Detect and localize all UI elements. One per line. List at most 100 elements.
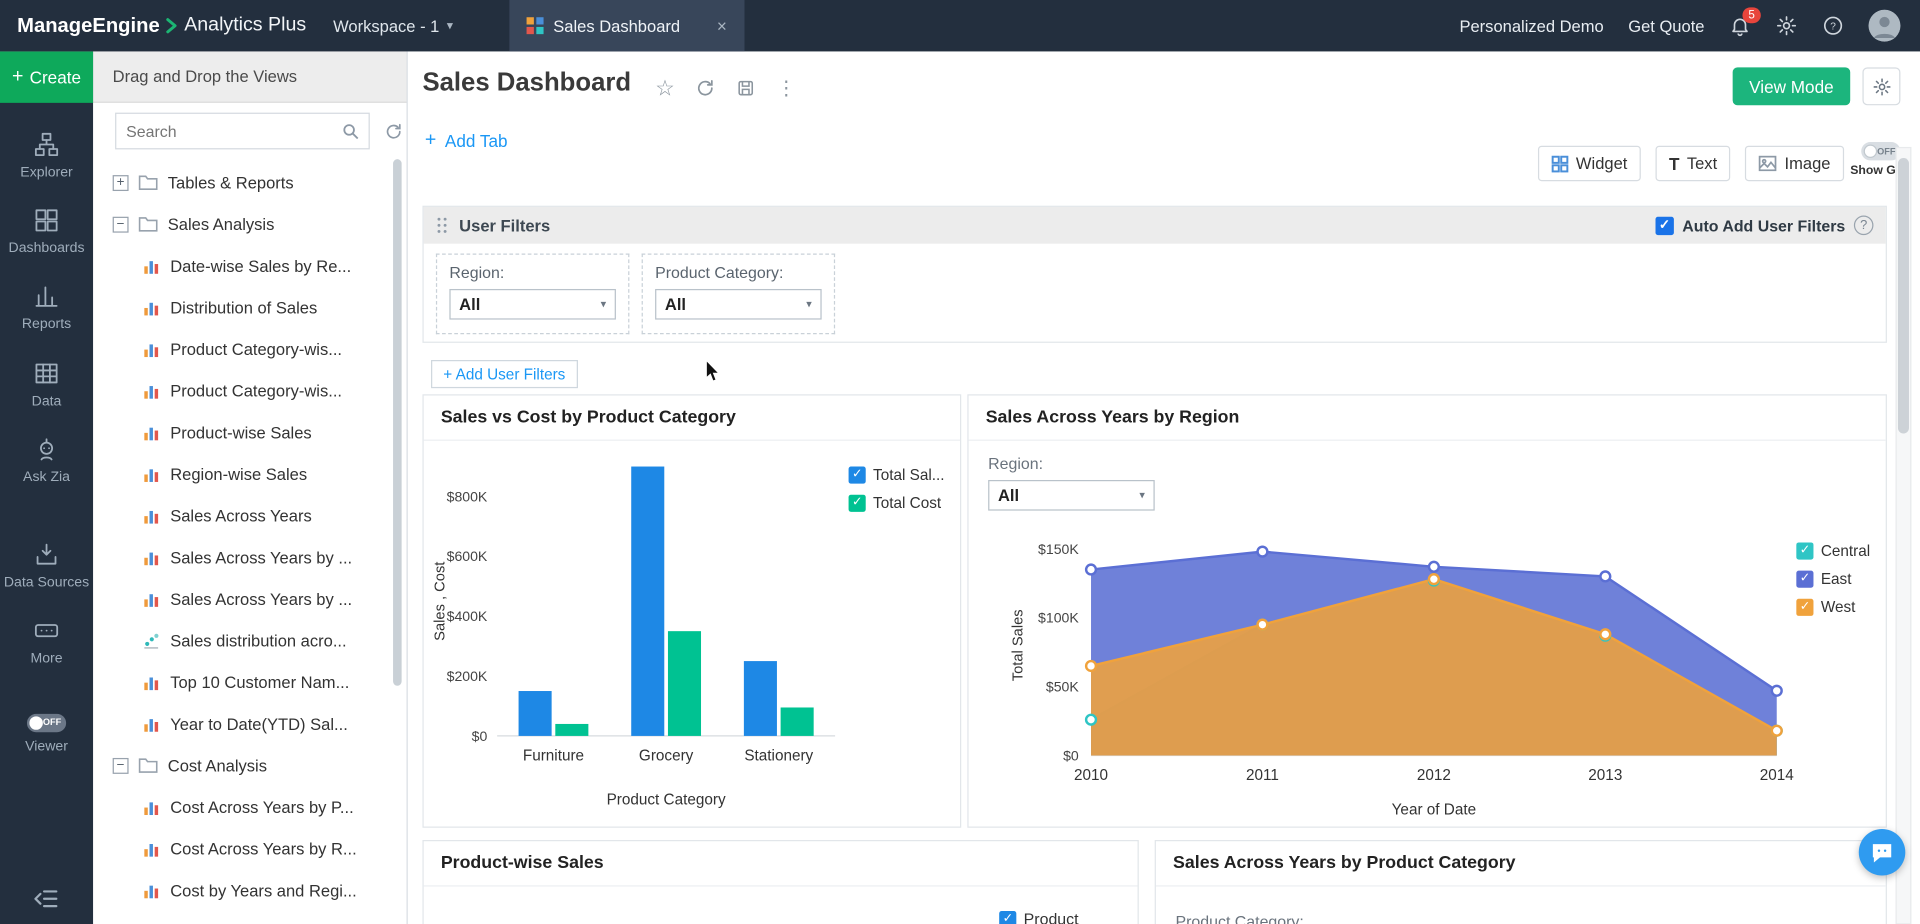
refresh-icon[interactable] [696, 78, 716, 98]
tree-item-sales-across-years[interactable]: Sales Across Years [93, 495, 406, 537]
user-filters-body: Region:All▾Product Category:All▾ [424, 244, 1886, 344]
dashboard-settings-button[interactable] [1862, 67, 1900, 105]
tree-item-top-10-customer-nam[interactable]: Top 10 Customer Nam... [93, 661, 406, 703]
filter-select-region[interactable]: All▾ [449, 289, 616, 320]
chevron-down-icon: ▾ [806, 298, 812, 311]
sidebar-item-reports[interactable]: Reports [0, 270, 93, 346]
tree-folder-label: Tables & Reports [168, 173, 294, 191]
tree-item-product-category-wis[interactable]: Product Category-wis... [93, 328, 406, 370]
tree-item-label: Region-wise Sales [170, 465, 307, 483]
add-tab-button[interactable]: + Add Tab [425, 130, 508, 152]
sidebar-item-viewer[interactable]: OFF Viewer [0, 700, 93, 768]
rail-items: ExplorerDashboards Reports Data Ask Zia Data… [0, 118, 93, 681]
region-filter: Region: All ▾ [988, 454, 1155, 510]
tree-folder-tables-reports[interactable]: + Tables & Reports [93, 162, 406, 204]
refresh-views-icon[interactable] [384, 122, 402, 140]
create-label: Create [30, 67, 81, 87]
legend-checkbox[interactable]: ✓ [1796, 599, 1813, 616]
chart-title: Sales Across Years by Region [969, 396, 1886, 441]
sidebar-item-label: Data [32, 394, 62, 410]
text-button[interactable]: T Text [1656, 146, 1731, 182]
help-button[interactable]: ? [1822, 15, 1844, 37]
tree-item-label: Sales Across Years [170, 506, 312, 524]
legend-item-east[interactable]: ✓East [1796, 571, 1870, 588]
widget-button[interactable]: Widget [1538, 146, 1641, 182]
tree-item-region-wise-sales[interactable]: Region-wise Sales [93, 453, 406, 495]
show-grid-state: OFF [1877, 146, 1895, 157]
tree-item-label: Date-wise Sales by Re... [170, 257, 351, 275]
notifications-button[interactable]: 5 [1729, 15, 1751, 37]
auto-add-checkbox[interactable]: ✓ [1655, 216, 1673, 234]
tree-item-date-wise-sales-by-re[interactable]: Date-wise Sales by Re... [93, 245, 406, 287]
bar-chart-icon [142, 839, 160, 857]
settings-button[interactable] [1776, 15, 1798, 37]
add-user-filters-button[interactable]: + Add User Filters [431, 360, 578, 388]
tree-item-cost-by-years-and-regi[interactable]: Cost by Years and Regi... [93, 869, 406, 911]
legend-item-total-sal[interactable]: ✓Total Sal... [849, 467, 945, 484]
legend-checkbox[interactable]: ✓ [1796, 571, 1813, 588]
collapse-icon[interactable]: − [113, 757, 129, 773]
main-scrollbar[interactable] [1896, 147, 1912, 924]
save-icon[interactable] [736, 78, 756, 98]
collapse-icon[interactable]: − [113, 216, 129, 232]
tree-scrollbar[interactable] [393, 159, 402, 686]
toggle-knob [29, 716, 42, 729]
image-icon [1759, 156, 1777, 172]
workspace-selector[interactable]: Workspace - 1 ▾ [333, 17, 453, 35]
create-button[interactable]: + Create [0, 51, 93, 102]
viewer-toggle[interactable]: OFF [27, 713, 66, 731]
personalized-demo-link[interactable]: Personalized Demo [1459, 17, 1603, 35]
get-quote-link[interactable]: Get Quote [1628, 17, 1704, 35]
tree-folder-sales-analysis[interactable]: −Sales Analysis [93, 203, 406, 245]
tree-item-sales-distribution-acro[interactable]: Sales distribution acro... [93, 620, 406, 662]
sidebar-item-dashboards[interactable]: Dashboards [0, 194, 93, 270]
avatar[interactable] [1869, 10, 1901, 42]
legend-checkbox[interactable]: ✓ [1796, 542, 1813, 559]
chart-legend: ✓Central ✓East ✓West [1796, 542, 1870, 615]
chat-fab-button[interactable] [1859, 829, 1906, 876]
expand-icon[interactable]: + [113, 174, 129, 190]
sidebar-item-label: Ask Zia [23, 470, 70, 486]
tree-item-distribution-of-sales[interactable]: Distribution of Sales [93, 287, 406, 329]
sidebar-item-data-sources[interactable]: Data Sources [0, 528, 93, 604]
region-select[interactable]: All ▾ [988, 480, 1155, 511]
bar-chart-icon [142, 798, 160, 816]
view-mode-button[interactable]: View Mode [1733, 67, 1851, 105]
panel-title: Sales Across Years by Product Category [1156, 841, 1886, 886]
legend-item-central[interactable]: ✓Central [1796, 542, 1870, 559]
sidebar-item-ask-zia[interactable]: Ask Zia [0, 422, 93, 498]
drag-handle-icon[interactable] [436, 217, 448, 234]
legend-checkbox[interactable]: ✓ [849, 467, 866, 484]
legend-item-product[interactable]: ✓ Product [999, 910, 1078, 924]
legend-item-west[interactable]: ✓West [1796, 599, 1870, 616]
search-input[interactable] [126, 122, 342, 140]
folder-icon [138, 757, 158, 774]
image-button[interactable]: Image [1745, 146, 1844, 182]
legend-checkbox[interactable]: ✓ [849, 495, 866, 512]
favorite-star-icon[interactable]: ☆ [655, 77, 675, 99]
close-icon[interactable]: × [717, 16, 727, 36]
sidebar-item-explorer[interactable]: Explorer [0, 118, 93, 194]
legend-checkbox[interactable]: ✓ [999, 910, 1016, 924]
tree-folder-cost-analysis[interactable]: −Cost Analysis [93, 744, 406, 786]
tab-sales-dashboard[interactable]: Sales Dashboard × [509, 0, 744, 51]
help-icon[interactable]: ? [1854, 216, 1874, 236]
legend-item-total-cost[interactable]: ✓Total Cost [849, 495, 945, 512]
more-options-icon[interactable]: ⋮ [776, 76, 796, 100]
tree-item-year-to-date-ytd-sal[interactable]: Year to Date(YTD) Sal... [93, 703, 406, 745]
panel-title: Product-wise Sales [424, 841, 1138, 886]
tree-item-product-category-wis[interactable]: Product Category-wis... [93, 370, 406, 412]
product-category-filter-label: Product Category: [1176, 912, 1304, 924]
tree-item-sales-across-years-by[interactable]: Sales Across Years by ... [93, 536, 406, 578]
sidebar-item-data[interactable]: Data [0, 346, 93, 422]
tree-item-cost-across-years-by-p[interactable]: Cost Across Years by P... [93, 786, 406, 828]
collapse-sidebar-button[interactable] [34, 889, 58, 915]
tree-item-cost-across-years-by-r[interactable]: Cost Across Years by R... [93, 828, 406, 870]
sidebar-item-label: Reports [22, 318, 71, 334]
scrollbar-thumb[interactable] [1898, 158, 1909, 434]
tree-item-product-wise-sales[interactable]: Product-wise Sales [93, 411, 406, 453]
tree-item-sales-across-years-by[interactable]: Sales Across Years by ... [93, 578, 406, 620]
sidebar-item-more[interactable]: More [0, 604, 93, 680]
filter-label: Product Category: [655, 263, 822, 281]
filter-select-product-category[interactable]: All▾ [655, 289, 822, 320]
